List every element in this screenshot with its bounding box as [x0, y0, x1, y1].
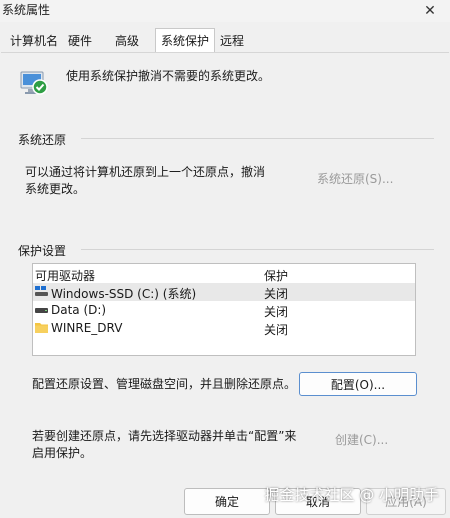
restore-section-divider — [81, 138, 434, 139]
header-description: 使用系统保护撤消不需要的系统更改。 — [66, 69, 271, 83]
drive-row[interactable]: Data (D:) 关闭 — [33, 301, 415, 319]
create-description-line2: 启用保护。 — [32, 446, 93, 460]
configure-button[interactable]: 配置(O)... — [299, 372, 417, 396]
tab-bar: 计算机名 硬件 高级 系统保护 远程 — [0, 28, 450, 52]
title-bar: 系统属性 ✕ — [0, 0, 450, 22]
system-restore-button[interactable]: 系统还原(S)... — [317, 170, 393, 187]
protection-section-divider — [81, 249, 434, 250]
drive-row[interactable]: WINRE_DRV 关闭 — [33, 319, 415, 337]
drive-protection: 关闭 — [264, 287, 289, 301]
restore-description-line1: 可以通过将计算机还原到上一个还原点，撤消 — [25, 165, 266, 179]
folder-icon — [35, 322, 48, 333]
drive-name: Data (D:) — [51, 303, 107, 317]
tab-advanced[interactable]: 高级 — [115, 32, 139, 49]
restore-description-line2: 系统更改。 — [25, 182, 86, 196]
tab-computer-name[interactable]: 计算机名 — [10, 32, 58, 49]
ok-button[interactable]: 确定 — [184, 488, 270, 515]
column-header-protection[interactable]: 保护 — [264, 267, 288, 284]
drive-name: Windows-SSD (C:) (系统) — [51, 287, 197, 301]
tab-system-protection[interactable]: 系统保护 — [155, 28, 216, 52]
window-title: 系统属性 — [2, 3, 51, 17]
system-protection-panel: 使用系统保护撤消不需要的系统更改。 系统还原 可以通过将计算机还原到上一个还原点… — [1, 52, 449, 518]
drive-icon — [35, 304, 48, 315]
list-header: 可用驱动器 保护 — [33, 265, 415, 283]
drive-name: WINRE_DRV — [51, 321, 123, 335]
drives-list[interactable]: 可用驱动器 保护 Windows-SSD (C:) (系统) 关闭 Data (… — [32, 263, 416, 356]
drive-row[interactable]: Windows-SSD (C:) (系统) 关闭 — [33, 283, 415, 301]
configure-description: 配置还原设置、管理磁盘空间，并且删除还原点。 — [32, 377, 297, 391]
create-description-line1: 若要创建还原点，请先选择驱动器并单击“配置”来 — [32, 429, 297, 443]
drive-protection: 关闭 — [264, 323, 289, 337]
watermark-text: 掘金技术社区 @ 小明助手 — [264, 486, 439, 504]
protection-section-title: 保护设置 — [18, 244, 67, 258]
restore-section-title: 系统还原 — [18, 133, 67, 147]
tab-hardware[interactable]: 硬件 — [68, 32, 92, 49]
system-protection-icon — [18, 66, 50, 98]
create-button[interactable]: 创建(C)... — [335, 431, 388, 448]
column-header-drive[interactable]: 可用驱动器 — [35, 267, 95, 284]
system-drive-icon — [35, 286, 48, 297]
drive-protection: 关闭 — [264, 305, 289, 319]
close-button[interactable]: ✕ — [410, 0, 450, 22]
tab-remote[interactable]: 远程 — [220, 32, 244, 49]
